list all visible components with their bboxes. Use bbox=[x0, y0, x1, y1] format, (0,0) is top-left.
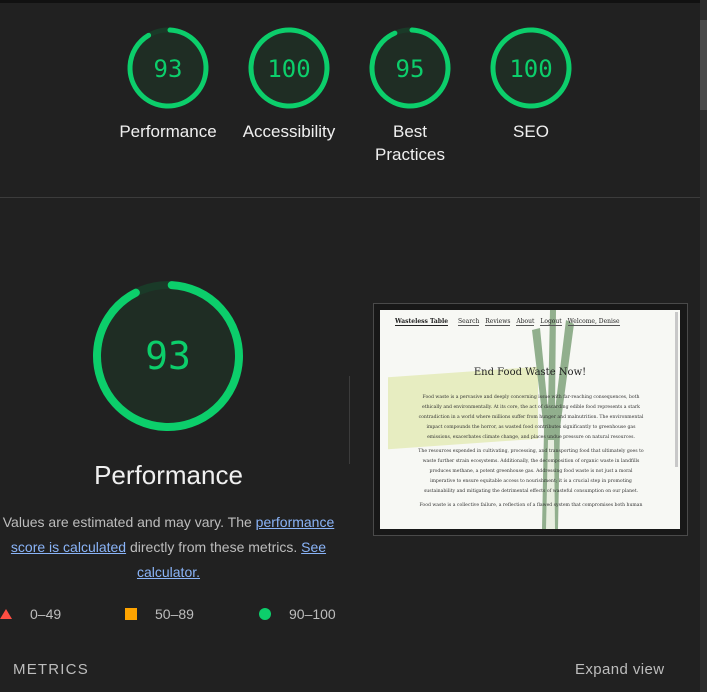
score-description: Values are estimated and may vary. The p… bbox=[0, 510, 337, 585]
gauge-ring: 100 bbox=[248, 27, 330, 109]
gauge-best-practices[interactable]: 95 Best Practices bbox=[345, 27, 475, 166]
legend-range: 0–49 bbox=[30, 606, 62, 622]
scrollbar-thumb[interactable] bbox=[700, 20, 707, 110]
triangle-icon bbox=[0, 609, 12, 619]
screenshot-page: Wasteless Table Search Reviews About Log… bbox=[380, 310, 680, 529]
scrollbar[interactable] bbox=[700, 0, 707, 692]
desc-text: Values are estimated and may vary. The bbox=[2, 514, 256, 530]
gauge-score: 100 bbox=[267, 55, 310, 83]
legend-range: 50–89 bbox=[155, 606, 194, 622]
screenshot-heading: End Food Waste Now! bbox=[473, 367, 587, 378]
screenshot-nav-link: Logout bbox=[540, 318, 562, 326]
screenshot-nav-link: About bbox=[516, 318, 535, 326]
circle-icon bbox=[259, 608, 271, 620]
gauge-performance[interactable]: 93 Performance bbox=[103, 27, 233, 143]
metrics-heading: METRICS bbox=[13, 661, 89, 678]
screenshot-brand: Wasteless Table bbox=[395, 318, 449, 326]
gauge-label: Best Practices bbox=[375, 122, 445, 164]
desc-text: directly from these metrics. bbox=[126, 539, 302, 555]
gauge-accessibility[interactable]: 100 Accessibility bbox=[224, 27, 354, 143]
screenshot-nav-link: Search bbox=[458, 318, 480, 326]
screenshot-paragraph: Food waste is a pervasive and deeply con… bbox=[418, 395, 644, 440]
gauge-ring: 95 bbox=[369, 27, 451, 109]
performance-title: Performance bbox=[94, 460, 243, 490]
screenshot-nav-link: Welcome, Denise bbox=[567, 318, 620, 326]
legend-fail: 0–49 bbox=[0, 604, 61, 624]
section-divider bbox=[0, 197, 700, 198]
final-screenshot[interactable]: Wasteless Table Search Reviews About Log… bbox=[373, 303, 688, 536]
screenshot-nav: Wasteless Table Search Reviews About Log… bbox=[395, 318, 624, 326]
screenshot-nav-link: Reviews bbox=[485, 318, 511, 326]
vertical-separator bbox=[349, 376, 350, 464]
gauge-ring: 93 bbox=[127, 27, 209, 109]
expand-view-toggle[interactable]: Expand view bbox=[575, 661, 664, 678]
legend-average: 50–89 bbox=[125, 604, 194, 624]
gauge-label: Accessibility bbox=[242, 122, 336, 141]
gauge-label: SEO bbox=[513, 122, 549, 141]
gauge-ring: 100 bbox=[490, 27, 572, 109]
gauge-score: 93 bbox=[154, 55, 183, 83]
legend-range: 90–100 bbox=[289, 606, 336, 622]
gauge-label: Performance bbox=[119, 122, 217, 141]
gauge-score: 100 bbox=[509, 55, 552, 83]
category-gauges: 93 Performance 100 Accessibility 95 Best… bbox=[0, 0, 700, 197]
performance-gauge: 93 bbox=[90, 278, 246, 439]
square-icon bbox=[125, 608, 137, 620]
performance-gauge-ring: 93 bbox=[93, 281, 243, 431]
screenshot-scrollbar bbox=[675, 312, 678, 467]
screenshot-paragraph: Food waste is a collective failure, a re… bbox=[419, 503, 643, 508]
gauge-seo[interactable]: 100 SEO bbox=[466, 27, 596, 143]
screenshot-body: Food waste is a pervasive and deeply con… bbox=[418, 393, 644, 515]
gauge-score: 95 bbox=[396, 55, 425, 83]
screenshot-paragraph: The resources expended in cultivating, p… bbox=[418, 449, 644, 494]
legend-pass: 90–100 bbox=[259, 604, 336, 624]
performance-score: 93 bbox=[145, 334, 191, 378]
